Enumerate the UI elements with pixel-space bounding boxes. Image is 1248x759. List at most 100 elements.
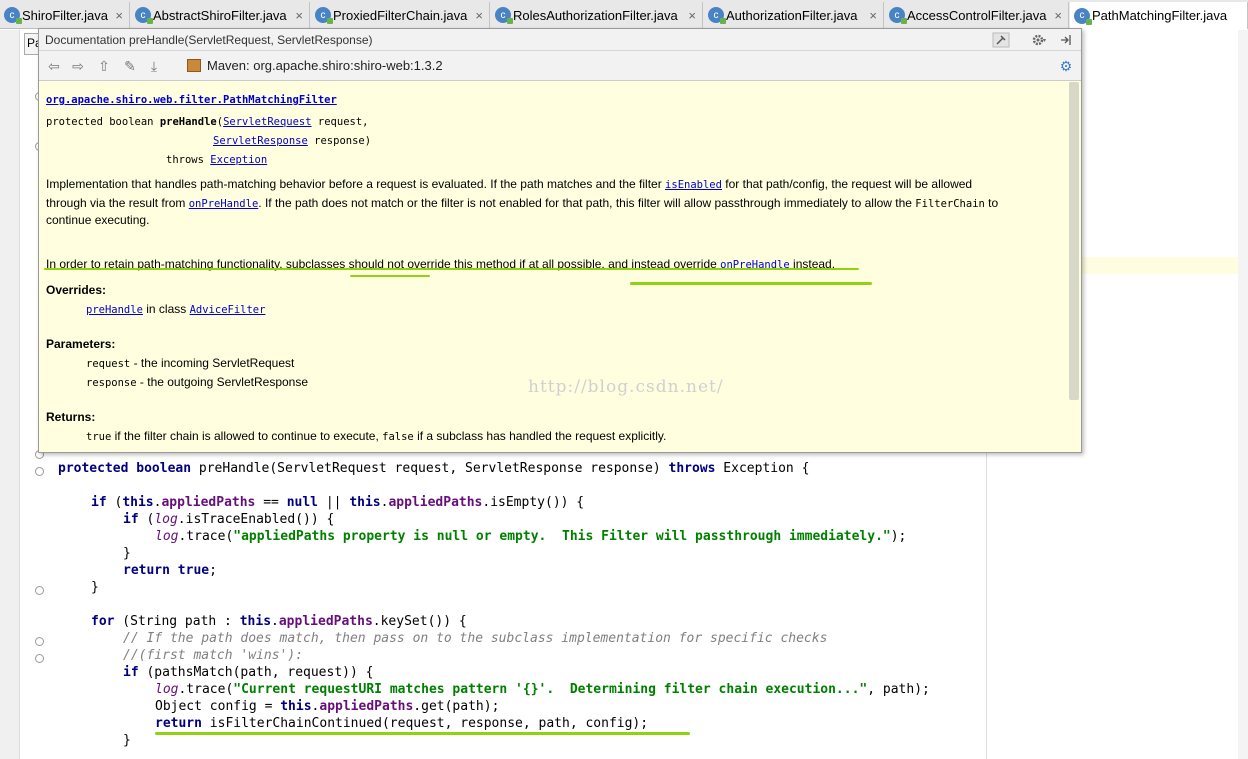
- desc-text: through via the result from: [46, 196, 189, 210]
- maven-label: Maven: org.apache.shiro:shiro-web:1.3.2: [207, 58, 443, 73]
- tab-shirofilter[interactable]: c ShiroFilter.java ×: [0, 2, 130, 28]
- param-name: response: [86, 377, 137, 389]
- tab-label: RolesAuthorizationFilter.java: [513, 7, 678, 23]
- code-text: (String path :: [114, 614, 240, 629]
- code-line[interactable]: if (log.isTraceEnabled()) {: [123, 511, 334, 528]
- tab-label: AuthorizationFilter.java: [726, 7, 858, 23]
- class-link[interactable]: org.apache.shiro.web.filter.PathMatching…: [46, 90, 337, 110]
- sig-type-link[interactable]: ServletResponse: [213, 135, 308, 147]
- code-line[interactable]: log.trace("appliedPaths property is null…: [155, 528, 906, 545]
- keyword: null: [286, 495, 318, 510]
- field: appliedPaths: [319, 699, 414, 714]
- close-icon[interactable]: ×: [115, 8, 123, 23]
- code-line[interactable]: if (this.appliedPaths == null || this.ap…: [91, 494, 584, 511]
- back-icon[interactable]: ⇦: [45, 57, 63, 75]
- popup-scrollbar[interactable]: [1069, 82, 1079, 400]
- prehandle-link[interactable]: preHandle: [86, 304, 143, 316]
- tab-label: AbstractShiroFilter.java: [153, 7, 287, 23]
- fold-gutter: [20, 30, 44, 759]
- tab-label: ProxiedFilterChain.java: [333, 7, 468, 23]
- field: log: [154, 512, 178, 527]
- code-text: isFilterChainContinued(request, response…: [201, 716, 649, 731]
- hide-icon[interactable]: [1059, 33, 1073, 47]
- code-text: Exception {: [715, 461, 810, 476]
- overrides-text: in class: [142, 302, 190, 316]
- close-icon[interactable]: ×: [475, 8, 483, 23]
- code-line[interactable]: return true;: [123, 562, 217, 579]
- class-icon: c: [889, 7, 907, 24]
- keyword: boolean: [136, 461, 192, 476]
- tab-abstractshirofilter[interactable]: c AbstractShiroFilter.java ×: [131, 2, 310, 28]
- tab-rolesauthorizationfilter[interactable]: c RolesAuthorizationFilter.java ×: [491, 2, 703, 28]
- forward-icon[interactable]: ⇨: [69, 57, 87, 75]
- string-literal: "appliedPaths property is null or empty.…: [233, 529, 891, 544]
- tab-accesscontrolfilter[interactable]: c AccessControlFilter.java ×: [885, 2, 1069, 28]
- sig-exception-link[interactable]: Exception: [210, 154, 267, 166]
- close-icon[interactable]: ×: [869, 8, 877, 23]
- code-text: (: [106, 495, 123, 510]
- advicefilter-link[interactable]: AdviceFilter: [190, 304, 266, 316]
- highlight-underline: [350, 275, 430, 277]
- settings-icon[interactable]: ⚙: [1057, 57, 1075, 75]
- description-line: through via the result from onPreHandle.…: [46, 194, 998, 214]
- close-icon[interactable]: ×: [688, 8, 696, 23]
- tab-proxiedfilterchain[interactable]: c ProxiedFilterChain.java ×: [311, 2, 490, 28]
- field: log: [155, 682, 179, 697]
- code-line[interactable]: }: [123, 732, 131, 749]
- external-doc-icon[interactable]: ⤓: [145, 57, 163, 75]
- field: appliedPaths: [161, 495, 256, 510]
- highlight-underline: [630, 282, 872, 285]
- tab-label: AccessControlFilter.java: [907, 7, 1047, 23]
- pin-icon[interactable]: [992, 32, 1010, 48]
- return-value: true: [86, 431, 112, 443]
- up-icon[interactable]: ⇧: [95, 57, 113, 75]
- description-line: continue executing.: [46, 213, 150, 227]
- parameters-heading: Parameters:: [46, 337, 116, 351]
- class-icon: c: [708, 7, 726, 24]
- edit-source-icon[interactable]: ✎: [121, 57, 139, 75]
- fold-marker[interactable]: [35, 467, 44, 476]
- class-icon: c: [135, 7, 153, 24]
- fold-marker[interactable]: [35, 586, 44, 595]
- highlight-underline: [44, 268, 859, 270]
- popup-toolbar: ⇦ ⇨ ⇧ ✎ ⤓ Maven: org.apache.shiro:shiro-…: [39, 51, 1081, 81]
- code-line[interactable]: if (pathsMatch(path, request)) {: [123, 664, 373, 681]
- code-text: ==: [255, 495, 287, 510]
- code-line[interactable]: protected boolean preHandle(ServletReque…: [58, 460, 809, 477]
- class-icon: c: [4, 7, 22, 24]
- fold-marker[interactable]: [35, 637, 44, 646]
- vertical-scrollbar[interactable]: [1238, 30, 1248, 759]
- code-line[interactable]: return isFilterChainContinued(request, r…: [155, 715, 648, 732]
- code-comment[interactable]: //(first match 'wins'):: [123, 647, 303, 664]
- code-text: ||: [318, 495, 350, 510]
- code-line[interactable]: for (String path : this.appliedPaths.key…: [91, 613, 467, 630]
- code-line[interactable]: log.trace("Current requestURI matches pa…: [155, 681, 930, 698]
- code-line[interactable]: }: [91, 579, 99, 596]
- tab-pathmatchingfilter[interactable]: c PathMatchingFilter.java: [1070, 2, 1248, 29]
- keyword: if: [123, 512, 139, 527]
- fold-marker[interactable]: [35, 654, 44, 663]
- code-line[interactable]: Object config = this.appliedPaths.get(pa…: [155, 698, 499, 715]
- keyword: this: [280, 699, 312, 714]
- gear-icon[interactable]: [1031, 33, 1047, 47]
- code-line[interactable]: }: [123, 545, 131, 562]
- code-text: .trace(: [178, 682, 234, 697]
- class-link-text[interactable]: org.apache.shiro.web.filter.PathMatching…: [46, 94, 337, 106]
- close-icon[interactable]: ×: [295, 8, 303, 23]
- highlight-underline: [155, 732, 690, 735]
- param-line: response - the outgoing ServletResponse: [86, 373, 308, 393]
- tab-label: PathMatchingFilter.java: [1092, 8, 1228, 23]
- code-comment[interactable]: // If the path does match, then pass on …: [123, 630, 827, 647]
- onprehandle-link[interactable]: onPreHandle: [189, 198, 259, 210]
- class-icon: c: [495, 7, 513, 24]
- signature-throws: throws Exception: [166, 151, 267, 170]
- return-value: false: [382, 431, 414, 443]
- sig-throws: throws: [166, 154, 204, 166]
- line-gutter: [0, 30, 20, 759]
- keyword: this: [239, 614, 272, 629]
- isenabled-link[interactable]: isEnabled: [665, 179, 722, 191]
- keyword: this: [349, 495, 381, 510]
- tab-authorizationfilter[interactable]: c AuthorizationFilter.java ×: [704, 2, 884, 28]
- sig-type-link[interactable]: ServletRequest: [223, 116, 312, 128]
- close-icon[interactable]: ×: [1054, 8, 1062, 23]
